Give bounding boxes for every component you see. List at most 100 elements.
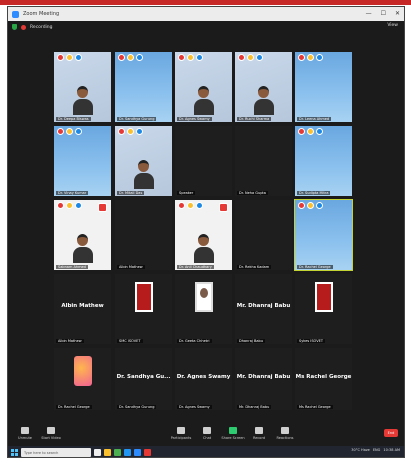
app-taskbar-icon[interactable]: [144, 449, 151, 456]
share-screen-label: Share Screen: [221, 435, 245, 440]
participant-tile[interactable]: Albin Mathew: [115, 200, 172, 270]
participant-tile[interactable]: Dr. Geeta Chhetri: [175, 274, 232, 344]
shield-icon[interactable]: [12, 24, 17, 30]
participant-name-caption: Dr. Rachel George: [56, 405, 92, 409]
logo-icon: [307, 128, 314, 135]
zoom-taskbar-icon[interactable]: [134, 449, 141, 456]
minimize-icon[interactable]: —: [366, 10, 372, 17]
view-button[interactable]: View: [387, 23, 398, 28]
participant-tile[interactable]: Dr. Agnes Swamy Dr. Agnes Swamy: [175, 348, 232, 410]
logo-icon: [57, 128, 64, 135]
close-icon[interactable]: ✕: [395, 10, 400, 17]
participant-tile[interactable]: Ms Rachel George Ms Rachel George: [295, 348, 352, 410]
participants-icon: [177, 426, 185, 434]
participant-tile[interactable]: Speaker: [175, 126, 232, 196]
edge-icon[interactable]: [124, 449, 131, 456]
institution-logos: [57, 128, 82, 135]
logo-icon: [75, 128, 82, 135]
reactions-icon: [281, 426, 289, 434]
participant-display-name: Mr. Dhanraj Babu: [236, 303, 291, 310]
video-icon: [47, 426, 55, 434]
participant-name-caption: Dr. Geeta Chhetri: [177, 339, 212, 343]
participant-name-caption: Dr. Rachel George: [297, 265, 333, 269]
participant-name-caption: Albin Mathew: [117, 265, 145, 269]
institution-logos: [57, 202, 82, 209]
taskbar-search-input[interactable]: Type here to search: [21, 448, 91, 457]
start-video-button[interactable]: Start Video: [38, 426, 64, 440]
participant-display-name: Dr. Agnes Swamy: [176, 374, 231, 381]
logo-icon: [66, 54, 73, 61]
title-bar: Zoom Meeting — ☐ ✕: [8, 7, 404, 21]
logo-icon: [178, 54, 185, 61]
participant-name-caption: Sabnam Ahmed: [56, 265, 88, 269]
participant-name-caption: Dr. Neha Gupta: [237, 191, 268, 195]
windows-start-icon[interactable]: [11, 449, 18, 456]
file-explorer-icon[interactable]: [104, 449, 111, 456]
system-tray: 30°C Haze ENG 10:38 AM: [351, 448, 400, 452]
participant-name-caption: Dr. Sudipta Mitra: [297, 191, 331, 195]
participant-name-caption: Dr. Sandhya Gurung: [117, 405, 157, 409]
participant-name-caption: Dr. Mitali Das: [117, 191, 145, 195]
participant-tile[interactable]: Mr. Dhanraj Babu Dhanraj Babu: [235, 274, 292, 344]
logo-icon: [298, 202, 305, 209]
participant-name-caption: Dr. Rekha Kadam: [237, 265, 272, 269]
meeting-topbar: Recording View: [8, 21, 404, 33]
participant-name-caption: Dr. Agnes Swamy: [177, 117, 212, 121]
chat-button[interactable]: Chat: [194, 426, 220, 440]
participant-tile[interactable]: Dr. Vinay Kumar: [54, 126, 111, 196]
institution-logos: [238, 54, 263, 61]
institution-logos: [178, 202, 203, 209]
chat-label: Chat: [202, 435, 212, 440]
participant-tile[interactable]: Dr. Rekha Kadam: [235, 200, 292, 270]
participant-tile[interactable]: SMC ISOVET: [115, 274, 172, 344]
record-label: Record: [252, 435, 266, 440]
participant-tile[interactable]: Dr. Leena Ahmed: [295, 52, 352, 122]
logo-icon: [136, 54, 143, 61]
record-button[interactable]: Record: [246, 426, 272, 440]
participant-video: [133, 160, 154, 190]
logo-icon: [187, 202, 194, 209]
window-title: Zoom Meeting: [23, 11, 60, 17]
clock-time[interactable]: 10:38 AM: [383, 448, 400, 452]
logo-icon: [75, 54, 82, 61]
institution-logos: [298, 202, 323, 209]
institution-logos: [178, 54, 203, 61]
participant-name-caption: Dr. Sandhya Gurung: [117, 117, 157, 121]
end-button[interactable]: End: [384, 429, 398, 437]
participant-tile[interactable]: Dr. Deepa Biswas: [54, 52, 111, 122]
logo-icon: [298, 54, 305, 61]
browser-top-strip: [0, 0, 411, 5]
logo-icon: [316, 128, 323, 135]
recording-dot-icon: [21, 24, 26, 30]
share-screen-button[interactable]: Share Screen: [220, 426, 246, 440]
participant-display-name: Dr. Sandhya Gu...: [116, 374, 171, 381]
weather-label[interactable]: 30°C Haze: [351, 448, 370, 452]
logo-icon: [247, 54, 254, 61]
participant-tile[interactable]: Dr. Neha Gupta: [235, 126, 292, 196]
task-view-icon[interactable]: [94, 449, 101, 456]
language-label[interactable]: ENG: [373, 448, 381, 452]
reactions-button[interactable]: Reactions: [272, 426, 298, 440]
participant-tile[interactable]: Dr. Mitali Das: [115, 126, 172, 196]
participants-button[interactable]: Participants: [168, 426, 194, 440]
participant-tile[interactable]: Dr. Ruchi Sharma: [235, 52, 292, 122]
participant-video: [193, 86, 214, 116]
participant-video: [72, 234, 93, 264]
participant-tile[interactable]: Dr. Rachel George: [54, 348, 111, 410]
participant-tile[interactable]: Dr. Rachel George: [294, 199, 353, 271]
logo-icon: [66, 202, 73, 209]
participant-tile[interactable]: Dr. Sandhya Gu... Dr. Sandhya Gurung: [115, 348, 172, 410]
participant-tile[interactable]: Dr. Sandhya Gurung: [115, 52, 172, 122]
participant-tile[interactable]: Dr. Agnes Swamy: [175, 52, 232, 122]
participant-tile[interactable]: Mr. Dhanraj Babu Mr. Dhanraj Babu: [235, 348, 292, 410]
chrome-icon[interactable]: [114, 449, 121, 456]
participant-tile[interactable]: Sykes ISOVET: [295, 274, 352, 344]
profile-picture: [194, 282, 213, 312]
participant-tile[interactable]: Dr. Sudipta Mitra: [295, 126, 352, 196]
maximize-icon[interactable]: ☐: [381, 10, 386, 17]
participant-tile[interactable]: Sabnam Ahmed: [54, 200, 111, 270]
participant-tile[interactable]: Albin Mathew Albin Mathew: [54, 274, 111, 344]
unmute-button[interactable]: Unmute: [12, 426, 38, 440]
participant-tile[interactable]: Dr. Anil Chaudhary: [175, 200, 232, 270]
meeting-toolbar: Unmute Start Video Participants Chat Sha…: [8, 420, 404, 446]
